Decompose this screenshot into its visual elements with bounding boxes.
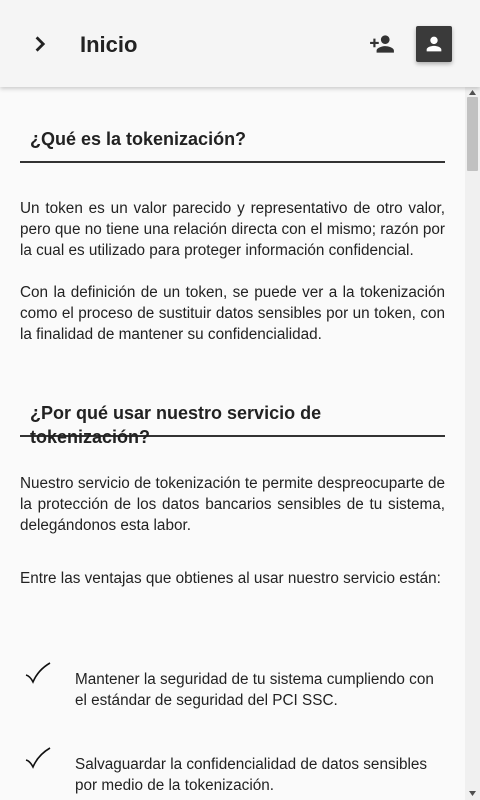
paragraph: Nuestro servicio de tokenización te perm… — [20, 475, 445, 534]
person-add-icon — [370, 35, 394, 53]
checkmark-icon — [25, 747, 51, 769]
profile-button[interactable] — [416, 26, 452, 62]
add-user-button[interactable] — [366, 28, 398, 60]
person-icon — [426, 36, 442, 52]
arrow-down-icon — [469, 790, 476, 796]
paragraph: Entre las ventajas que obtienes al usar … — [20, 570, 441, 587]
section-heading-what-is: ¿Qué es la tokenización? — [20, 127, 445, 163]
page-title: Inicio — [80, 32, 138, 57]
benefit-item: Mantener la seguridad de tu sistema cump… — [75, 671, 434, 709]
main-content[interactable]: ¿Qué es la tokenización? Un token es un … — [0, 87, 465, 800]
paragraph: Con la definición de un token, se puede … — [20, 284, 445, 343]
scroll-up-arrow[interactable] — [465, 87, 480, 97]
section-heading-text: ¿Por qué usar nuestro servicio de tokeni… — [30, 403, 322, 447]
scroll-down-arrow[interactable] — [465, 786, 480, 800]
chevron-right-icon — [35, 36, 46, 52]
checkmark-icon — [25, 662, 51, 684]
vertical-scrollbar[interactable] — [465, 87, 480, 800]
paragraph: Un token es un valor parecido y represen… — [20, 200, 445, 259]
section-heading-why-use: ¿Por qué usar nuestro servicio de tokeni… — [20, 401, 445, 447]
arrow-up-icon — [469, 89, 476, 95]
section-heading-text: ¿Qué es la tokenización? — [30, 129, 247, 149]
app-bar: Inicio — [0, 0, 480, 87]
scroll-thumb[interactable] — [467, 97, 478, 171]
back-button[interactable] — [22, 26, 58, 62]
benefit-item: Salvaguardar la confidencialidad de dato… — [75, 756, 428, 794]
